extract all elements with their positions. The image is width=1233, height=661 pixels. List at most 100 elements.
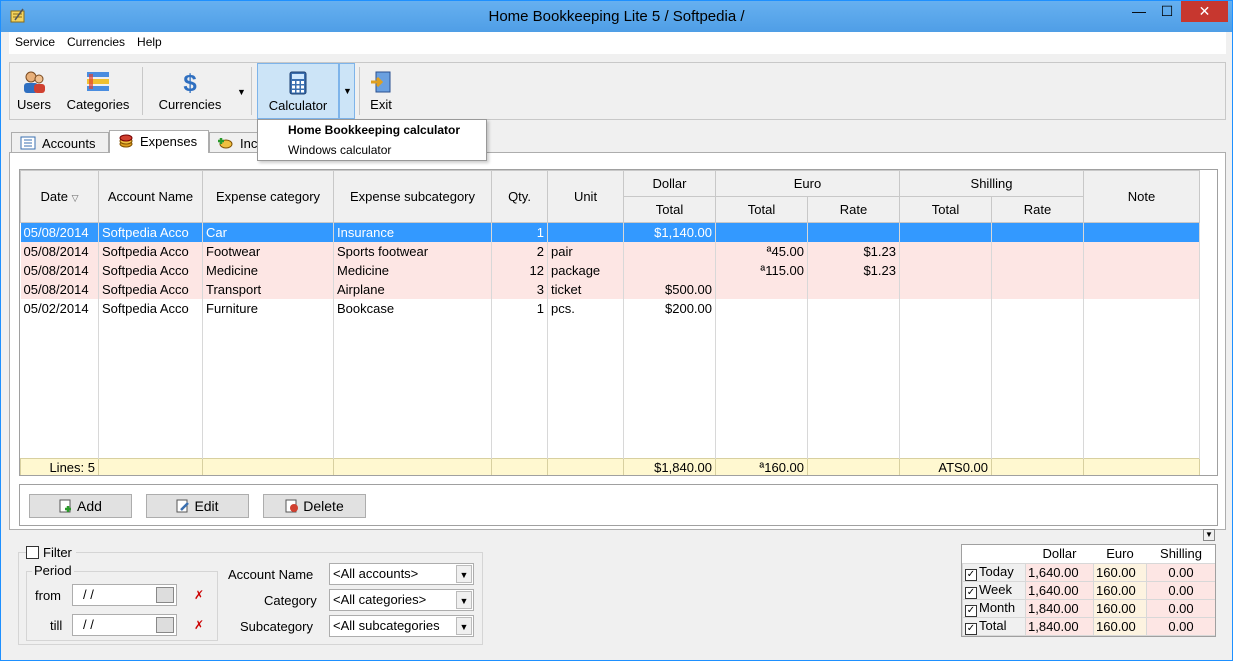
- header-shilling-rate[interactable]: Rate: [991, 196, 1084, 223]
- summary-dollar: 1,640.00: [1025, 580, 1094, 600]
- menu-item-windows-calculator[interactable]: Windows calculator: [258, 140, 486, 160]
- cell-note: [1083, 222, 1200, 242]
- cell-qty: 12: [491, 260, 548, 280]
- categories-button[interactable]: Categories: [58, 63, 138, 119]
- header-unit[interactable]: Unit: [547, 170, 624, 223]
- header-shilling-total[interactable]: Total: [899, 196, 992, 223]
- header-qty[interactable]: Qty.: [491, 170, 548, 223]
- summary-row: ✓ Total 1,840.00 160.00 0.00: [962, 616, 1215, 636]
- tab-income[interactable]: Inc: [209, 132, 259, 152]
- currencies-button[interactable]: $ Currencies: [150, 63, 230, 119]
- lines-count: Lines: 5: [20, 458, 99, 475]
- chevron-down-icon[interactable]: ▼: [456, 617, 472, 635]
- users-button[interactable]: Users: [12, 63, 56, 119]
- tab-income-label: Inc: [240, 136, 258, 151]
- header-note[interactable]: Note: [1083, 170, 1200, 223]
- title-bar: Home Bookkeeping Lite 5 / Softpedia / — …: [1, 1, 1232, 32]
- clear-date-icon[interactable]: ✗: [194, 618, 208, 632]
- header-expense-category[interactable]: Expense category: [202, 170, 334, 223]
- summary-total-checkbox[interactable]: ✓ Total: [962, 616, 1026, 636]
- from-date-input[interactable]: / /: [72, 584, 177, 606]
- currencies-dropdown-arrow[interactable]: ▼: [237, 87, 246, 97]
- cell-shilling-total: [899, 298, 992, 318]
- calendar-icon[interactable]: [156, 617, 174, 633]
- menu-item-home-calculator[interactable]: Home Bookkeeping calculator: [258, 120, 486, 140]
- cell-dollar-total: $1,140.00: [623, 222, 716, 242]
- summary-month-checkbox[interactable]: ✓ Month: [962, 598, 1026, 618]
- summary-shilling: 0.00: [1146, 616, 1215, 636]
- calculator-button[interactable]: Calculator: [257, 63, 339, 119]
- menu-help[interactable]: Help: [131, 32, 168, 49]
- chevron-down-icon[interactable]: ▼: [456, 591, 472, 609]
- edit-label: Edit: [194, 498, 219, 514]
- clear-date-icon[interactable]: ✗: [194, 588, 208, 602]
- cell-euro-total: ª115.00: [715, 260, 808, 280]
- expenses-panel: Date ▽ Account Name Expense category Exp…: [9, 152, 1226, 530]
- edit-button[interactable]: Edit: [146, 494, 249, 518]
- subcategory-value: <All subcategories: [333, 618, 440, 633]
- maximize-button[interactable]: ☐: [1153, 1, 1181, 22]
- header-dollar-total[interactable]: Total: [623, 196, 716, 223]
- menu-currencies[interactable]: Currencies: [61, 32, 131, 49]
- summary-header-dollar: Dollar: [1042, 546, 1077, 562]
- cell-note: [1083, 260, 1200, 280]
- cell-euro-total: ª45.00: [715, 241, 808, 261]
- summary-dollar: 1,640.00: [1025, 562, 1094, 582]
- cell-dollar-total: [623, 260, 716, 280]
- table-row[interactable]: 05/08/2014 Softpedia Acco Transport Airp…: [20, 279, 1200, 299]
- table-row[interactable]: 05/08/2014 Softpedia Acco Car Insurance …: [20, 222, 1200, 242]
- summary-row: ✓ Month 1,840.00 160.00 0.00: [962, 598, 1215, 618]
- categories-label: Categories: [66, 97, 130, 112]
- cell-date: 05/08/2014: [20, 279, 99, 299]
- category-select[interactable]: <All categories> ▼: [329, 589, 474, 611]
- action-bar: Add Edit Delete: [19, 484, 1218, 526]
- header-expense-subcategory[interactable]: Expense subcategory: [333, 170, 492, 223]
- vertical-scrollbar[interactable]: ▲ ▼: [1217, 170, 1218, 475]
- table-row[interactable]: 05/08/2014 Softpedia Acco Medicine Medic…: [20, 260, 1200, 280]
- header-date[interactable]: Date ▽: [20, 170, 99, 223]
- exit-button[interactable]: Exit: [362, 63, 400, 119]
- cell-account: Softpedia Acco: [98, 298, 203, 318]
- calculator-dropdown-button[interactable]: ▼: [339, 63, 355, 119]
- tab-accounts[interactable]: Accounts: [11, 132, 109, 152]
- header-euro-total[interactable]: Total: [715, 196, 808, 223]
- category-label: Category: [264, 593, 317, 608]
- close-button[interactable]: ✕: [1181, 1, 1228, 22]
- table-row[interactable]: 05/08/2014 Softpedia Acco Footwear Sport…: [20, 241, 1200, 261]
- users-icon: [24, 71, 45, 93]
- cell-unit: pcs.: [547, 298, 624, 318]
- summary-row: ✓ Week 1,640.00 160.00 0.00: [962, 580, 1215, 600]
- delete-button[interactable]: Delete: [263, 494, 366, 518]
- chevron-down-icon[interactable]: ▼: [456, 565, 472, 583]
- till-date-input[interactable]: / /: [72, 614, 177, 636]
- cell-date: 05/08/2014: [20, 222, 99, 242]
- period-label: Period: [32, 563, 74, 578]
- summary-today-checkbox[interactable]: ✓ Today: [962, 562, 1026, 582]
- collapse-toggle[interactable]: ▼: [1203, 529, 1215, 541]
- summary-week-checkbox[interactable]: ✓ Week: [962, 580, 1026, 600]
- toolbar-separator: [359, 67, 360, 115]
- menu-service[interactable]: Service: [9, 32, 61, 49]
- checkbox-icon: [26, 546, 39, 559]
- header-account-name[interactable]: Account Name: [98, 170, 203, 223]
- tab-expenses[interactable]: Expenses: [109, 130, 209, 153]
- add-label: Add: [77, 498, 102, 514]
- footer-euro-total: ª160.00: [715, 458, 808, 475]
- add-button[interactable]: Add: [29, 494, 132, 518]
- delete-icon: [285, 499, 299, 513]
- checkmark-icon: ✓: [965, 586, 977, 599]
- subcategory-select[interactable]: <All subcategories ▼: [329, 615, 474, 637]
- account-name-select[interactable]: <All accounts> ▼: [329, 563, 474, 585]
- table-row[interactable]: 05/02/2014 Softpedia Acco Furniture Book…: [20, 298, 1200, 318]
- minimize-button[interactable]: —: [1125, 1, 1153, 22]
- summary-panel: Dollar Euro Shilling ✓ Today 1,640.00 160…: [961, 544, 1216, 637]
- cell-note: [1083, 298, 1200, 318]
- cell-note: [1083, 241, 1200, 261]
- filter-checkbox[interactable]: Filter: [26, 545, 76, 560]
- calendar-icon[interactable]: [156, 587, 174, 603]
- checkmark-icon: ✓: [965, 604, 977, 617]
- cell-category: Medicine: [202, 260, 334, 280]
- tab-expenses-label: Expenses: [140, 134, 198, 149]
- header-euro-rate[interactable]: Rate: [807, 196, 900, 223]
- cell-shilling-rate: [991, 241, 1084, 261]
